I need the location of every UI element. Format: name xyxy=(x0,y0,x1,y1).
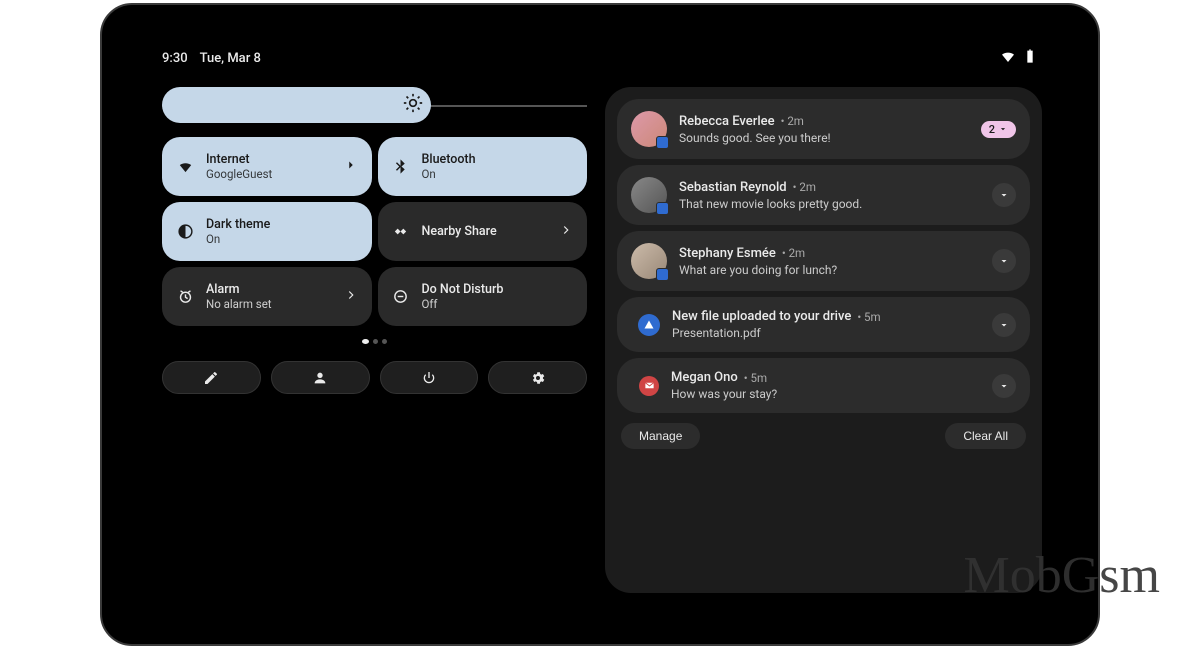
notification-sender: Stephany Esmée xyxy=(679,246,776,261)
notification-body: What are you doing for lunch? xyxy=(679,263,980,277)
notification-time: 2m xyxy=(789,246,806,260)
notification-time: 5m xyxy=(864,310,881,324)
qs-tiles: Internet GoogleGuest Bluetooth On xyxy=(162,137,587,326)
tile-dnd[interactable]: Do Not Disturb Off xyxy=(378,267,588,326)
manage-button[interactable]: Manage xyxy=(621,423,700,449)
gmail-icon xyxy=(639,376,659,396)
avatar xyxy=(631,243,667,279)
tile-title: Alarm xyxy=(206,282,332,297)
notification-sender: Sebastian Reynold xyxy=(679,180,787,195)
tablet-frame: 9:30 Tue, Mar 8 Internet xyxy=(100,3,1100,646)
tile-title: Nearby Share xyxy=(422,224,548,239)
expand-button[interactable] xyxy=(992,183,1016,207)
notification-card[interactable]: Rebecca Everlee• 2m Sounds good. See you… xyxy=(617,99,1030,159)
wifi-icon xyxy=(176,158,194,175)
tile-title: Do Not Disturb xyxy=(422,282,574,297)
clock-time: 9:30 xyxy=(162,51,188,66)
tile-alarm[interactable]: Alarm No alarm set xyxy=(162,267,372,326)
notification-time: 2m xyxy=(799,180,816,194)
notification-sender: New file uploaded to your drive xyxy=(672,309,851,324)
chevron-right-icon xyxy=(559,223,573,241)
brightness-icon xyxy=(403,93,423,117)
chevron-right-icon xyxy=(344,158,358,176)
tile-title: Internet xyxy=(206,152,332,167)
tile-sub: On xyxy=(422,167,574,181)
notification-sender: Megan Ono xyxy=(671,370,738,385)
chevron-right-icon xyxy=(344,288,358,306)
tile-sub: On xyxy=(206,232,358,246)
expand-button[interactable] xyxy=(992,249,1016,273)
dnd-icon xyxy=(392,288,410,305)
notification-card[interactable]: Stephany Esmée• 2m What are you doing fo… xyxy=(617,231,1030,291)
notification-sender: Rebecca Everlee xyxy=(679,114,775,129)
edit-tiles-button[interactable] xyxy=(162,361,261,394)
notification-body: Sounds good. See you there! xyxy=(679,131,969,145)
clock-date: Tue, Mar 8 xyxy=(200,51,261,66)
battery-status-icon xyxy=(1022,48,1038,68)
drive-icon xyxy=(638,314,660,336)
bluetooth-icon xyxy=(392,158,410,175)
settings-button[interactable] xyxy=(488,361,587,394)
tile-internet[interactable]: Internet GoogleGuest xyxy=(162,137,372,196)
app-badge-icon xyxy=(656,136,669,149)
wifi-status-icon xyxy=(1000,48,1016,68)
avatar xyxy=(631,111,667,147)
expand-button[interactable] xyxy=(992,374,1016,398)
tile-sub: No alarm set xyxy=(206,297,332,311)
alarm-icon xyxy=(176,288,194,305)
notification-card[interactable]: Sebastian Reynold• 2m That new movie loo… xyxy=(617,165,1030,225)
app-badge-icon xyxy=(656,202,669,215)
notification-count-badge[interactable]: 2 xyxy=(981,121,1016,138)
quick-settings-panel: Internet GoogleGuest Bluetooth On xyxy=(162,87,587,593)
power-button[interactable] xyxy=(380,361,479,394)
user-switch-button[interactable] xyxy=(271,361,370,394)
tile-sub: Off xyxy=(422,297,574,311)
app-badge-icon xyxy=(656,268,669,281)
status-bar: 9:30 Tue, Mar 8 xyxy=(162,49,1038,67)
tile-bluetooth[interactable]: Bluetooth On xyxy=(378,137,588,196)
avatar xyxy=(631,177,667,213)
nearby-share-icon xyxy=(392,223,410,240)
notification-card[interactable]: New file uploaded to your drive• 5m Pres… xyxy=(617,297,1030,352)
tile-nearby-share[interactable]: Nearby Share xyxy=(378,202,588,261)
tile-dark-theme[interactable]: Dark theme On xyxy=(162,202,372,261)
notification-card[interactable]: Megan Ono• 5m How was your stay? xyxy=(617,358,1030,413)
brightness-thumb[interactable] xyxy=(162,87,431,123)
notification-time: 5m xyxy=(750,371,767,385)
notification-panel: Rebecca Everlee• 2m Sounds good. See you… xyxy=(605,87,1042,593)
tile-sub: GoogleGuest xyxy=(206,167,332,181)
notification-body: Presentation.pdf xyxy=(672,326,980,340)
page-indicator xyxy=(162,336,587,347)
notification-body: How was your stay? xyxy=(671,387,980,401)
tile-title: Bluetooth xyxy=(422,152,574,167)
notification-time: 2m xyxy=(787,114,804,128)
brightness-slider[interactable] xyxy=(162,87,587,123)
expand-button[interactable] xyxy=(992,313,1016,337)
clear-all-button[interactable]: Clear All xyxy=(945,423,1026,449)
contrast-icon xyxy=(176,223,194,240)
watermark-text: MobGsm xyxy=(964,546,1160,605)
tile-title: Dark theme xyxy=(206,217,358,232)
notification-body: That new movie looks pretty good. xyxy=(679,197,980,211)
